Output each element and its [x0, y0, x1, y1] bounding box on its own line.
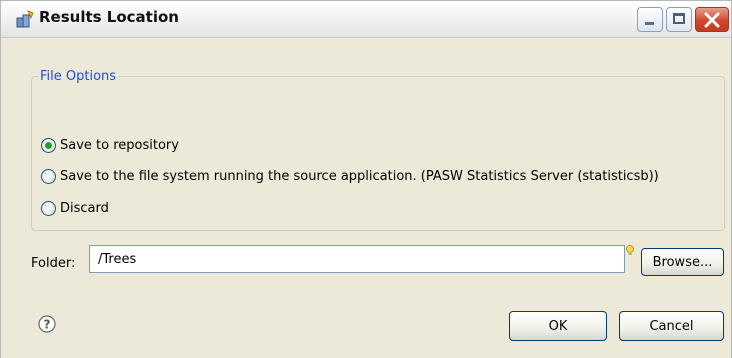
ok-button[interactable]: OK: [509, 311, 607, 341]
radio-label: Save to repository: [60, 137, 179, 153]
radio-save-to-repository[interactable]: Save to repository: [41, 135, 179, 155]
close-button[interactable]: [695, 7, 729, 32]
radio-label: Save to the file system running the sour…: [60, 168, 659, 184]
browse-button[interactable]: Browse...: [641, 248, 724, 276]
title-bar[interactable]: Results Location: [1, 1, 731, 38]
minimize-button[interactable]: [637, 7, 663, 32]
results-location-dialog: Results Location File Options Save to re…: [0, 0, 732, 358]
svg-text:?: ?: [44, 318, 51, 332]
cancel-button[interactable]: Cancel: [619, 311, 724, 341]
file-options-legend: File Options: [40, 69, 117, 84]
maximize-button[interactable]: [666, 7, 692, 32]
lightbulb-icon: [625, 244, 635, 262]
results-location-icon: [15, 9, 35, 29]
radio-label: Discard: [60, 200, 109, 216]
folder-label: Folder:: [31, 256, 76, 271]
radio-save-to-file-system[interactable]: Save to the file system running the sour…: [41, 166, 659, 186]
radio-button-selected[interactable]: [41, 137, 56, 153]
minimize-icon: [645, 22, 654, 25]
radio-discard[interactable]: Discard: [41, 198, 109, 218]
window-title: Results Location: [39, 8, 179, 26]
radio-button[interactable]: [41, 200, 56, 216]
close-icon: [704, 12, 720, 28]
folder-input[interactable]: [89, 245, 625, 273]
maximize-icon: [673, 13, 685, 24]
radio-button[interactable]: [41, 168, 56, 184]
help-icon[interactable]: ?: [37, 314, 57, 338]
